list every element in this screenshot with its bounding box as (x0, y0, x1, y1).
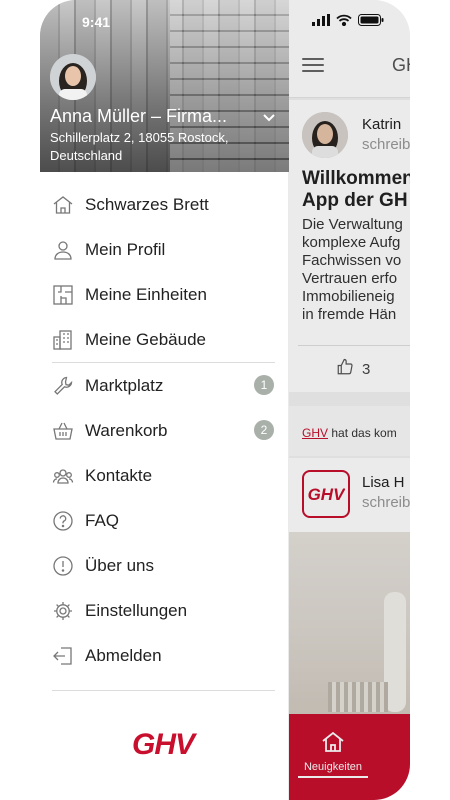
menu-label: Marktplatz (85, 375, 164, 395)
signal-icon (312, 13, 330, 31)
question-icon (52, 510, 74, 532)
menu-item-ueber-uns[interactable]: Über uns (40, 543, 289, 588)
cart-count-badge: 2 (254, 420, 274, 440)
building-icon (52, 329, 74, 351)
menu-label: Kontakte (85, 465, 153, 485)
ghv-logo: GHV (126, 726, 200, 762)
wrench-icon (52, 375, 74, 397)
user-avatar[interactable] (50, 54, 96, 100)
menu-label: Über uns (85, 555, 154, 575)
menu-item-marktplatz[interactable]: Marktplatz 1 (40, 363, 289, 408)
battery-icon (358, 13, 384, 31)
menu-item-einstellungen[interactable]: Einstellungen (40, 588, 289, 633)
menu-item-kontakte[interactable]: Kontakte (40, 453, 289, 498)
scrim-overlay[interactable] (288, 0, 410, 800)
menu-item-schwarzes-brett[interactable]: Schwarzes Brett (40, 182, 289, 227)
menu-item-mein-profil[interactable]: Mein Profil (40, 227, 289, 272)
menu-item-warenkorb[interactable]: Warenkorb 2 (40, 408, 289, 453)
person-icon (52, 239, 74, 261)
floorplan-icon (52, 284, 74, 306)
wifi-icon (336, 13, 352, 31)
drawer-bottom-divider (52, 690, 275, 691)
user-name[interactable]: Anna Müller – Firma... (50, 106, 250, 127)
status-icons (312, 13, 384, 31)
gear-icon (52, 600, 74, 622)
menu-label: Mein Profil (85, 239, 166, 259)
notification-badge: 1 (254, 375, 274, 395)
home-icon (52, 194, 74, 216)
menu-label: Meine Gebäude (85, 329, 206, 349)
info-icon (52, 555, 74, 577)
menu-label: FAQ (85, 510, 120, 530)
menu-label: Meine Einheiten (85, 284, 207, 304)
menu-label: Schwarzes Brett (85, 194, 209, 214)
drawer-menu: Schwarzes Brett Mein Profil Meine Einhei… (40, 182, 289, 678)
status-time: 9:41 (82, 14, 111, 30)
menu-item-meine-gebaeude[interactable]: Meine Gebäude (40, 317, 289, 362)
svg-text:GHV: GHV (132, 728, 198, 761)
phone-frame: GH Katrin schreib Willkommen App der GH … (40, 0, 410, 800)
news-feed-app: GH Katrin schreib Willkommen App der GH … (288, 0, 410, 800)
basket-icon (52, 420, 74, 442)
chevron-down-icon[interactable] (260, 108, 278, 126)
drawer-header: 9:41 Anna Müller – Firma... Schillerplat… (40, 0, 289, 172)
group-icon (52, 465, 74, 487)
logout-icon (52, 645, 74, 667)
user-address: Schillerplatz 2, 18055 Rostock, Deutschl… (50, 130, 229, 163)
menu-label: Einstellungen (85, 600, 188, 620)
menu-item-faq[interactable]: FAQ (40, 498, 289, 543)
menu-label: Warenkorb (85, 420, 168, 440)
menu-item-abmelden[interactable]: Abmelden (40, 633, 289, 678)
menu-item-meine-einheiten[interactable]: Meine Einheiten (40, 272, 289, 317)
navigation-drawer: 9:41 Anna Müller – Firma... Schillerplat… (40, 0, 289, 800)
menu-label: Abmelden (85, 645, 162, 665)
